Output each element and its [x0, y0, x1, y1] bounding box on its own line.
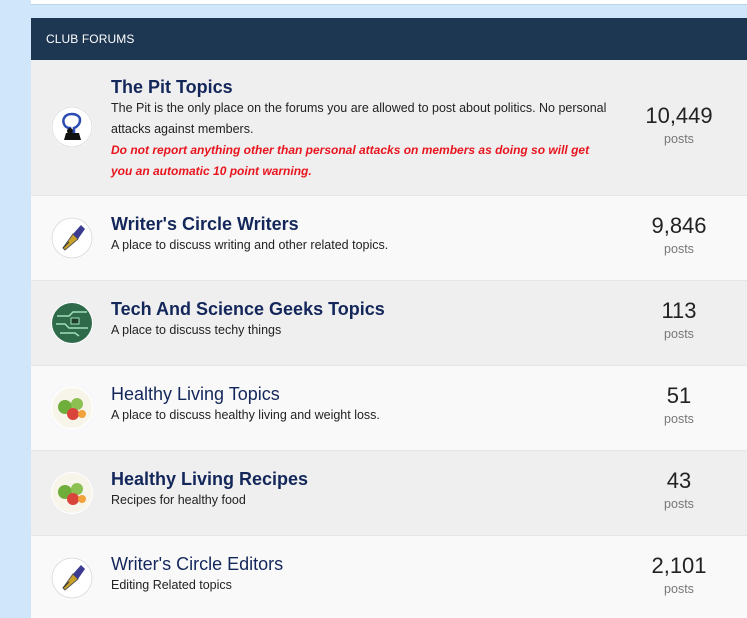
- forum-stats: 43 posts: [619, 468, 739, 514]
- forum-title-link[interactable]: Writer's Circle Writers: [111, 213, 611, 235]
- forum-stats: 10,449 posts: [619, 103, 739, 149]
- forum-description: A place to discuss healthy living and we…: [111, 408, 380, 422]
- forum-info: Writer's Circle Writers A place to discu…: [111, 213, 611, 256]
- forum-stats: 51 posts: [619, 383, 739, 429]
- post-count: 9,846: [651, 213, 707, 238]
- forum-info: Writer's Circle Editors Editing Related …: [111, 553, 611, 596]
- post-count: 43: [666, 468, 692, 493]
- forum-title-link[interactable]: The Pit Topics: [111, 76, 611, 98]
- fountain-pen-icon: [51, 557, 93, 599]
- forum-stats: 2,101 posts: [619, 553, 739, 599]
- forum-title-link[interactable]: Tech And Science Geeks Topics: [111, 298, 611, 320]
- forum-info: Healthy Living Topics A place to discuss…: [111, 383, 611, 426]
- forum-stats: 9,846 posts: [619, 213, 739, 259]
- forum-info: Healthy Living Recipes Recipes for healt…: [111, 468, 611, 511]
- forum-row: Writer's Circle Writers A place to discu…: [31, 196, 747, 281]
- fountain-pen-icon: [51, 217, 93, 259]
- forum-row: Healthy Living Topics A place to discuss…: [31, 366, 747, 451]
- post-label: posts: [664, 412, 694, 426]
- post-count: 2,101: [651, 553, 707, 578]
- post-count: 113: [661, 298, 697, 323]
- forum-description: A place to discuss writing and other rel…: [111, 238, 389, 252]
- post-label: posts: [664, 242, 694, 256]
- forum-row: Healthy Living Recipes Recipes for healt…: [31, 451, 747, 536]
- forum-title-link[interactable]: Writer's Circle Editors: [111, 553, 611, 575]
- forum-info: The Pit Topics The Pit is the only place…: [111, 76, 611, 182]
- forum-description: Editing Related topics: [111, 578, 232, 592]
- top-strip: [31, 0, 747, 5]
- forum-description: The Pit is the only place on the forums …: [111, 101, 607, 136]
- forum-description: Recipes for healthy food: [111, 493, 246, 507]
- post-label: posts: [664, 497, 694, 511]
- forum-stats: 113 posts: [619, 298, 739, 344]
- vegetables-icon: [51, 387, 93, 429]
- club-forums-panel: CLUB FORUMS The Pit Topics The Pit is th…: [31, 18, 747, 618]
- forum-title-link[interactable]: Healthy Living Topics: [111, 383, 611, 405]
- protest-sign-icon: [51, 106, 93, 148]
- forum-description: A place to discuss techy things: [111, 323, 282, 337]
- forum-row: Tech And Science Geeks Topics A place to…: [31, 281, 747, 366]
- forum-title-link[interactable]: Healthy Living Recipes: [111, 468, 611, 490]
- post-label: posts: [664, 132, 694, 146]
- circuit-board-icon: [51, 302, 93, 344]
- forum-info: Tech And Science Geeks Topics A place to…: [111, 298, 611, 341]
- panel-header: CLUB FORUMS: [31, 18, 747, 60]
- post-label: posts: [664, 582, 694, 596]
- vegetables-icon: [51, 472, 93, 514]
- post-count: 51: [666, 383, 692, 408]
- forum-row: The Pit Topics The Pit is the only place…: [31, 60, 747, 196]
- post-count: 10,449: [645, 103, 713, 128]
- post-label: posts: [664, 327, 694, 341]
- forum-warning: Do not report anything other than person…: [111, 143, 590, 178]
- forum-row: Writer's Circle Editors Editing Related …: [31, 536, 747, 618]
